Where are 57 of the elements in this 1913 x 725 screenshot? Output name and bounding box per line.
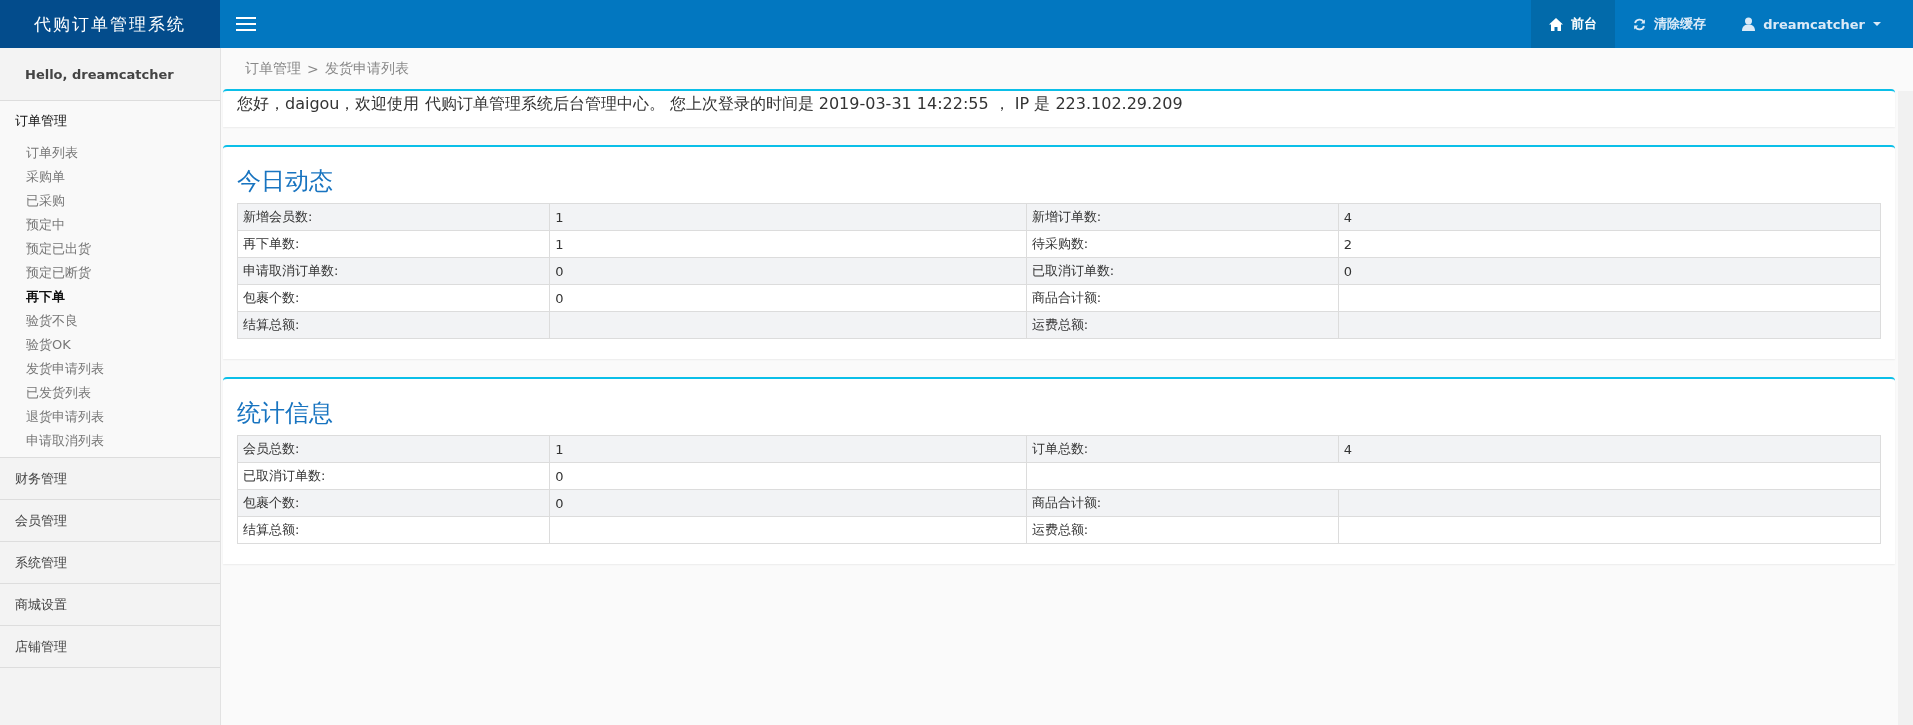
sidebar-group[interactable]: 订单管理 bbox=[0, 101, 220, 141]
nav-link[interactable]: dreamcatcher bbox=[1724, 0, 1899, 48]
table-cell: 1 bbox=[549, 230, 1027, 258]
table-cell: 会员总数: bbox=[237, 435, 550, 463]
menu-icon bbox=[236, 17, 256, 31]
table-cell: 包裹个数: bbox=[237, 284, 550, 312]
table-cell: 已取消订单数: bbox=[1026, 257, 1339, 285]
welcome-message: 您好，daigou，欢迎使用 代购订单管理系统后台管理中心。 您上次登录的时间是 2019-03-31 14:22:55 ， IP 是 223.102.29.209 bbox=[236, 93, 1184, 115]
refresh-icon bbox=[1633, 17, 1647, 31]
table-cell: 1 bbox=[549, 435, 1027, 463]
sidebar-item[interactable]: 申请取消列表 bbox=[0, 429, 104, 453]
sidebar-item[interactable]: 采购单 bbox=[0, 165, 65, 189]
table-cell: 结算总额: bbox=[237, 311, 550, 339]
sidebar-item[interactable]: 验货OK bbox=[0, 333, 71, 357]
sidebar-item[interactable]: 订单列表 bbox=[0, 141, 78, 165]
table-cell: 新增会员数: bbox=[237, 203, 550, 231]
table-cell: 运费总额: bbox=[1026, 311, 1339, 339]
table-cell: 申请取消订单数: bbox=[237, 257, 550, 285]
table-cell: 4 bbox=[1338, 203, 1881, 231]
table-cell: 已取消订单数: bbox=[237, 462, 550, 490]
sidebar-item[interactable]: 预定已出货 bbox=[0, 237, 91, 261]
table-cell: 0 bbox=[549, 284, 1027, 312]
breadcrumb-item: 订单管理 bbox=[245, 59, 301, 78]
sidebar-item[interactable]: 预定已断货 bbox=[0, 261, 91, 285]
sidebar-item[interactable]: 发货申请列表 bbox=[0, 357, 104, 381]
table-cell: 0 bbox=[549, 462, 1027, 490]
table-cell: 1 bbox=[549, 203, 1027, 231]
nav-link[interactable]: 清除缓存 bbox=[1615, 0, 1725, 48]
table-cell: 商品合计额: bbox=[1026, 284, 1339, 312]
table-cell: 2 bbox=[1338, 230, 1881, 258]
home-icon bbox=[1549, 17, 1564, 31]
sidebar-item[interactable]: 验货不良 bbox=[0, 309, 78, 333]
table-cell: 待采购数: bbox=[1026, 230, 1339, 258]
table-cell: 运费总额: bbox=[1026, 516, 1339, 544]
table-cell: 再下单数: bbox=[237, 230, 550, 258]
app-title: 代购订单管理系统 bbox=[0, 0, 220, 48]
user-icon bbox=[1742, 17, 1756, 31]
sidebar-item[interactable]: 再下单 bbox=[0, 285, 65, 309]
table-cell: 0 bbox=[549, 489, 1027, 517]
table-cell: 4 bbox=[1338, 435, 1881, 463]
panel-title: 今日动态 bbox=[236, 166, 334, 197]
table-cell: 结算总额: bbox=[237, 516, 550, 544]
table-cell: 包裹个数: bbox=[237, 489, 550, 517]
table-cell: 商品合计额: bbox=[1026, 489, 1339, 517]
sidebar-item[interactable]: 退货申请列表 bbox=[0, 405, 104, 429]
breadcrumb-item: 发货申请列表 bbox=[324, 59, 409, 78]
table-cell: 0 bbox=[549, 257, 1027, 285]
nav-link[interactable]: 前台 bbox=[1531, 0, 1616, 48]
panel-title: 统计信息 bbox=[236, 398, 334, 429]
sidebar-item[interactable]: 预定中 bbox=[0, 213, 65, 237]
sidebar-item[interactable]: 已采购 bbox=[0, 189, 65, 213]
table-cell: 新增订单数: bbox=[1026, 203, 1339, 231]
breadcrumb-item: > bbox=[307, 60, 319, 77]
table-cell: 0 bbox=[1338, 257, 1881, 285]
caret-icon bbox=[1873, 22, 1881, 26]
table-cell: 订单总数: bbox=[1026, 435, 1339, 463]
sidebar-item[interactable]: 已发货列表 bbox=[0, 381, 91, 405]
